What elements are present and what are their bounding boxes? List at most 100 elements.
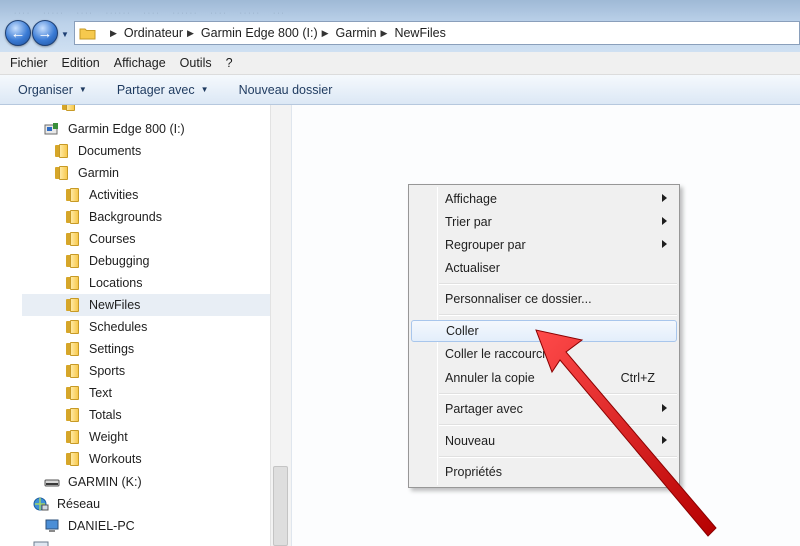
folder-icon bbox=[55, 144, 69, 158]
context-menu-group-by[interactable]: Regrouper par bbox=[411, 234, 677, 256]
tree-item-courses[interactable]: Courses bbox=[66, 228, 136, 250]
back-arrow-icon[interactable]: ← bbox=[5, 20, 31, 46]
drive-icon bbox=[44, 475, 60, 489]
tree-item-label: DANIEL-PC bbox=[68, 519, 135, 533]
context-menu-label: Trier par bbox=[445, 215, 492, 229]
tree-item-totals[interactable]: Totals bbox=[66, 404, 122, 426]
submenu-arrow-icon bbox=[662, 436, 667, 444]
tree-item-drive-k[interactable]: GARMIN (K:) bbox=[44, 471, 142, 493]
organize-button[interactable]: Organiser ▼ bbox=[18, 83, 87, 97]
folder-icon bbox=[79, 27, 96, 40]
menu-file[interactable]: Fichier bbox=[10, 56, 48, 70]
folder-icon bbox=[66, 408, 80, 422]
context-menu-view[interactable]: Affichage bbox=[411, 188, 677, 210]
context-menu-share-with[interactable]: Partager avec bbox=[411, 398, 677, 420]
folder-icon bbox=[66, 386, 80, 400]
tree-item-partial[interactable] bbox=[62, 105, 85, 115]
folder-icon bbox=[66, 298, 80, 312]
folder-icon bbox=[66, 452, 80, 466]
context-menu-new[interactable]: Nouveau bbox=[411, 430, 677, 452]
breadcrumb-separator-icon[interactable]: ▶ bbox=[110, 28, 117, 39]
submenu-arrow-icon bbox=[662, 217, 667, 225]
menu-tools[interactable]: Outils bbox=[180, 56, 212, 70]
navigation-pane: Garmin Edge 800 (I:) Documents Garmin Ac… bbox=[0, 105, 292, 546]
organize-label: Organiser bbox=[18, 82, 73, 97]
tree-item-label: Documents bbox=[78, 144, 142, 158]
context-menu-sort-by[interactable]: Trier par bbox=[411, 211, 677, 233]
folder-icon bbox=[66, 232, 80, 246]
tree-item-label: Weight bbox=[89, 430, 128, 444]
breadcrumb-drive[interactable]: Garmin Edge 800 (I:) bbox=[201, 26, 318, 40]
address-bar-area: · · · · · · · · · · · · · · · · · · · · · · … bbox=[0, 0, 800, 52]
share-with-button[interactable]: Partager avec ▼ bbox=[117, 83, 209, 97]
tree-item-schedules[interactable]: Schedules bbox=[66, 316, 147, 338]
submenu-arrow-icon bbox=[662, 404, 667, 412]
menu-edit[interactable]: Edition bbox=[62, 56, 100, 70]
control-panel-icon bbox=[33, 541, 49, 546]
submenu-arrow-icon bbox=[662, 194, 667, 202]
breadcrumb-separator-icon[interactable]: ▶ bbox=[187, 28, 194, 39]
context-menu-label: Coller le raccourci bbox=[445, 347, 546, 361]
context-menu-refresh[interactable]: Actualiser bbox=[411, 257, 677, 279]
tree-item-label: Courses bbox=[89, 232, 136, 246]
tree-item-settings[interactable]: Settings bbox=[66, 338, 134, 360]
tree-item-debugging[interactable]: Debugging bbox=[66, 250, 149, 272]
context-menu-shortcut: Ctrl+Z bbox=[620, 371, 655, 385]
tree-item-documents[interactable]: Documents bbox=[55, 140, 141, 162]
context-menu-label: Regrouper par bbox=[445, 238, 526, 252]
context-menu-paste-shortcut[interactable]: Coller le raccourci bbox=[411, 343, 677, 365]
recent-pages-chevron-icon[interactable]: ▼ bbox=[61, 30, 69, 39]
context-menu-separator bbox=[439, 393, 677, 395]
context-menu-customize[interactable]: Personnaliser ce dossier... bbox=[411, 288, 677, 310]
folder-icon bbox=[66, 254, 80, 268]
breadcrumb-separator-icon[interactable]: ▶ bbox=[322, 28, 329, 39]
tree-item-label: Text bbox=[89, 386, 112, 400]
tree-item-label: Settings bbox=[89, 342, 135, 356]
tree-item-weight[interactable]: Weight bbox=[66, 426, 128, 448]
context-menu-separator bbox=[439, 314, 677, 316]
tree-item-network[interactable]: Réseau bbox=[33, 493, 100, 515]
context-menu-undo-copy[interactable]: Annuler la copie Ctrl+Z bbox=[411, 367, 677, 389]
tree-item-workouts[interactable]: Workouts bbox=[66, 448, 142, 470]
tree-item-newfiles[interactable]: NewFiles bbox=[22, 294, 270, 316]
context-menu-properties[interactable]: Propriétés bbox=[411, 461, 677, 483]
submenu-arrow-icon bbox=[662, 240, 667, 248]
tree-item-daniel-pc[interactable]: DANIEL-PC bbox=[44, 515, 135, 537]
network-icon bbox=[33, 497, 49, 511]
address-field[interactable]: ▶ Ordinateur ▶ Garmin Edge 800 (I:) ▶ Ga… bbox=[74, 21, 800, 45]
computer-icon bbox=[44, 519, 60, 533]
context-menu-label: Affichage bbox=[445, 192, 497, 206]
tree-item-drive-i[interactable]: Garmin Edge 800 (I:) bbox=[44, 118, 185, 140]
tree-item-activities[interactable]: Activities bbox=[66, 184, 138, 206]
context-menu-label: Partager avec bbox=[445, 402, 523, 416]
tree-item-text[interactable]: Text bbox=[66, 382, 112, 404]
breadcrumb-garmin[interactable]: Garmin bbox=[336, 26, 377, 40]
share-with-label: Partager avec bbox=[116, 82, 195, 97]
folder-icon bbox=[66, 320, 80, 334]
tree-item-label: Réseau bbox=[57, 497, 101, 511]
new-folder-button[interactable]: Nouveau dossier bbox=[239, 83, 333, 97]
breadcrumb-computer[interactable]: Ordinateur bbox=[124, 26, 183, 40]
command-bar: Organiser ▼ Partager avec ▼ Nouveau doss… bbox=[0, 75, 800, 105]
context-menu-separator bbox=[439, 424, 677, 426]
tree-item-garmin[interactable]: Garmin bbox=[55, 162, 119, 184]
breadcrumb-separator-icon[interactable]: ▶ bbox=[381, 28, 388, 39]
tree-item-sports[interactable]: Sports bbox=[66, 360, 125, 382]
menu-help[interactable]: ? bbox=[226, 56, 233, 70]
tree-item-label: Sports bbox=[89, 364, 126, 378]
forward-arrow-icon[interactable]: → bbox=[32, 20, 58, 46]
context-menu-label: Annuler la copie bbox=[445, 371, 535, 385]
tree-item-locations[interactable]: Locations bbox=[66, 272, 143, 294]
context-menu-label: Propriétés bbox=[445, 465, 502, 479]
tree-item-label: Workouts bbox=[89, 452, 142, 466]
tree-item-label: GARMIN (K:) bbox=[68, 475, 142, 489]
menu-view[interactable]: Affichage bbox=[114, 56, 166, 70]
tree-item-label: Garmin Edge 800 (I:) bbox=[68, 122, 185, 136]
tree-item-backgrounds[interactable]: Backgrounds bbox=[66, 206, 162, 228]
context-menu: Affichage Trier par Regrouper par Actual… bbox=[408, 184, 680, 488]
tree-item-partial-bottom[interactable] bbox=[33, 537, 57, 546]
navigation-scrollbar-thumb[interactable] bbox=[273, 466, 288, 546]
context-menu-paste[interactable]: Coller bbox=[411, 320, 677, 342]
context-menu-separator bbox=[439, 456, 677, 458]
breadcrumb-newfiles[interactable]: NewFiles bbox=[394, 26, 445, 40]
